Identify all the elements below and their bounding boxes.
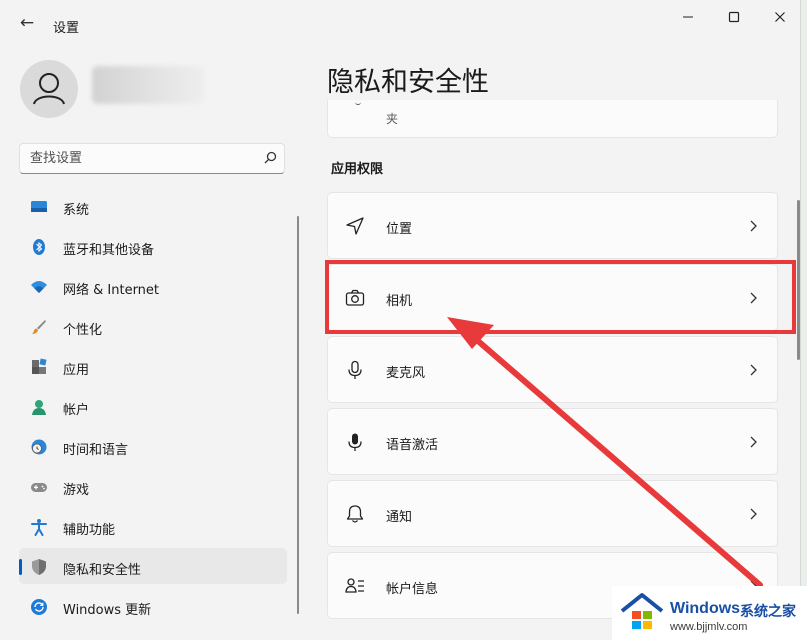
watermark-url: www.bjjmlv.com <box>670 621 748 633</box>
sidebar-item-label: 蓝牙和其他设备 <box>63 243 155 258</box>
sidebar-item-label: 隐私和安全性 <box>63 563 142 578</box>
wifi-icon <box>31 281 47 293</box>
section-title: 应用权限 <box>331 162 384 177</box>
sidebar-item-time-language[interactable]: 时间和语言 <box>19 428 287 464</box>
sidebar-item-privacy-security[interactable]: 隐私和安全性 <box>19 548 287 584</box>
close-icon <box>775 12 785 22</box>
avatar[interactable] <box>20 60 78 118</box>
sidebar-item-system[interactable]: 系统 <box>19 188 287 224</box>
sidebar-item-windows-update[interactable]: Windows 更新 <box>19 588 287 624</box>
card-subtitle: 夹 <box>386 112 399 126</box>
search-input[interactable] <box>20 144 270 173</box>
apps-icon <box>32 358 47 374</box>
watermark-subtitle: 系统之家 <box>740 604 796 620</box>
search-icon[interactable] <box>260 148 280 168</box>
house-logo-icon <box>620 593 664 629</box>
profile-name-blurred <box>92 66 204 104</box>
permission-microphone[interactable]: 麦克风 <box>327 336 778 403</box>
chevron-right-icon <box>750 508 757 520</box>
chevron-right-icon <box>750 436 757 448</box>
sidebar-item-gaming[interactable]: 游戏 <box>19 468 287 504</box>
selection-indicator <box>19 559 22 575</box>
sidebar-item-label: 应用 <box>63 363 90 378</box>
microphone-icon <box>348 360 362 379</box>
bell-icon <box>346 505 364 523</box>
camera-icon <box>345 289 365 306</box>
sidebar-item-label: 网络 & Internet <box>63 283 160 298</box>
minimize-button[interactable] <box>665 6 711 32</box>
chevron-right-icon <box>750 292 757 304</box>
close-button[interactable] <box>757 6 800 32</box>
content-scrollbar[interactable] <box>797 200 800 360</box>
sidebar-item-label: 个性化 <box>63 323 103 338</box>
sidebar-item-bluetooth[interactable]: 蓝牙和其他设备 <box>19 228 287 264</box>
permission-label: 相机 <box>386 294 413 309</box>
update-icon <box>31 599 47 615</box>
account-icon <box>32 400 46 415</box>
settings-content: 夹 应用权限 位置 相机 麦克风 语音激活 通知 帐户信息 <box>327 100 779 640</box>
sidebar-item-label: Windows 更新 <box>63 603 152 618</box>
person-icon <box>33 73 65 105</box>
microphone-voice-icon <box>348 433 362 451</box>
page-title: 隐私和安全性 <box>327 67 489 98</box>
search-box[interactable] <box>19 143 285 174</box>
chevron-right-icon <box>750 364 757 376</box>
back-arrow-icon[interactable]: ← <box>14 11 40 35</box>
chevron-right-icon <box>750 220 757 232</box>
account-info-icon <box>345 578 364 593</box>
sidebar-item-label: 帐户 <box>63 403 90 418</box>
sidebar-item-accounts[interactable]: 帐户 <box>19 388 287 424</box>
accessibility-icon <box>31 519 47 536</box>
gamepad-icon <box>31 483 47 492</box>
permission-voice-activation[interactable]: 语音激活 <box>327 408 778 475</box>
sidebar-item-label: 时间和语言 <box>63 443 129 458</box>
brush-icon <box>32 320 46 334</box>
permission-label: 语音激活 <box>386 438 439 453</box>
permission-notifications[interactable]: 通知 <box>327 480 778 547</box>
watermark: Windows 系统之家 www.bjjmlv.com <box>612 586 807 640</box>
background-desktop <box>801 0 807 640</box>
permission-label: 位置 <box>386 222 413 237</box>
bluetooth-icon <box>33 239 45 255</box>
sidebar-item-label: 游戏 <box>63 483 90 498</box>
sidebar-item-personalization[interactable]: 个性化 <box>19 308 287 344</box>
sidebar-item-network[interactable]: 网络 & Internet <box>19 268 287 304</box>
sidebar-nav: 系统 蓝牙和其他设备 网络 & Internet 个性化 应用 帐户 时间和语言 <box>19 188 287 628</box>
settings-window: ← 设置 系统 蓝牙和其他设备 <box>0 0 801 640</box>
permission-camera[interactable]: 相机 <box>327 264 778 331</box>
maximize-icon <box>728 11 740 23</box>
folder-icon <box>355 100 361 105</box>
sidebar-item-apps[interactable]: 应用 <box>19 348 287 384</box>
files-permission-card[interactable]: 夹 <box>327 100 778 138</box>
sidebar-item-accessibility[interactable]: 辅助功能 <box>19 508 287 544</box>
permission-location[interactable]: 位置 <box>327 192 778 259</box>
minimize-icon <box>683 16 693 18</box>
monitor-icon <box>31 201 47 212</box>
watermark-title: Windows <box>670 600 741 617</box>
sidebar-scrollbar[interactable] <box>297 216 299 614</box>
permission-label: 通知 <box>386 510 413 525</box>
clock-globe-icon <box>31 439 47 455</box>
location-arrow-icon <box>346 217 364 235</box>
maximize-button[interactable] <box>711 6 757 32</box>
window-title: 设置 <box>53 21 80 36</box>
permission-label: 麦克风 <box>386 366 426 381</box>
sidebar-item-label: 系统 <box>63 203 90 218</box>
sidebar-item-label: 辅助功能 <box>63 523 116 538</box>
shield-icon <box>32 559 46 575</box>
permission-label: 帐户信息 <box>386 582 439 597</box>
title-bar: ← 设置 <box>0 0 800 44</box>
